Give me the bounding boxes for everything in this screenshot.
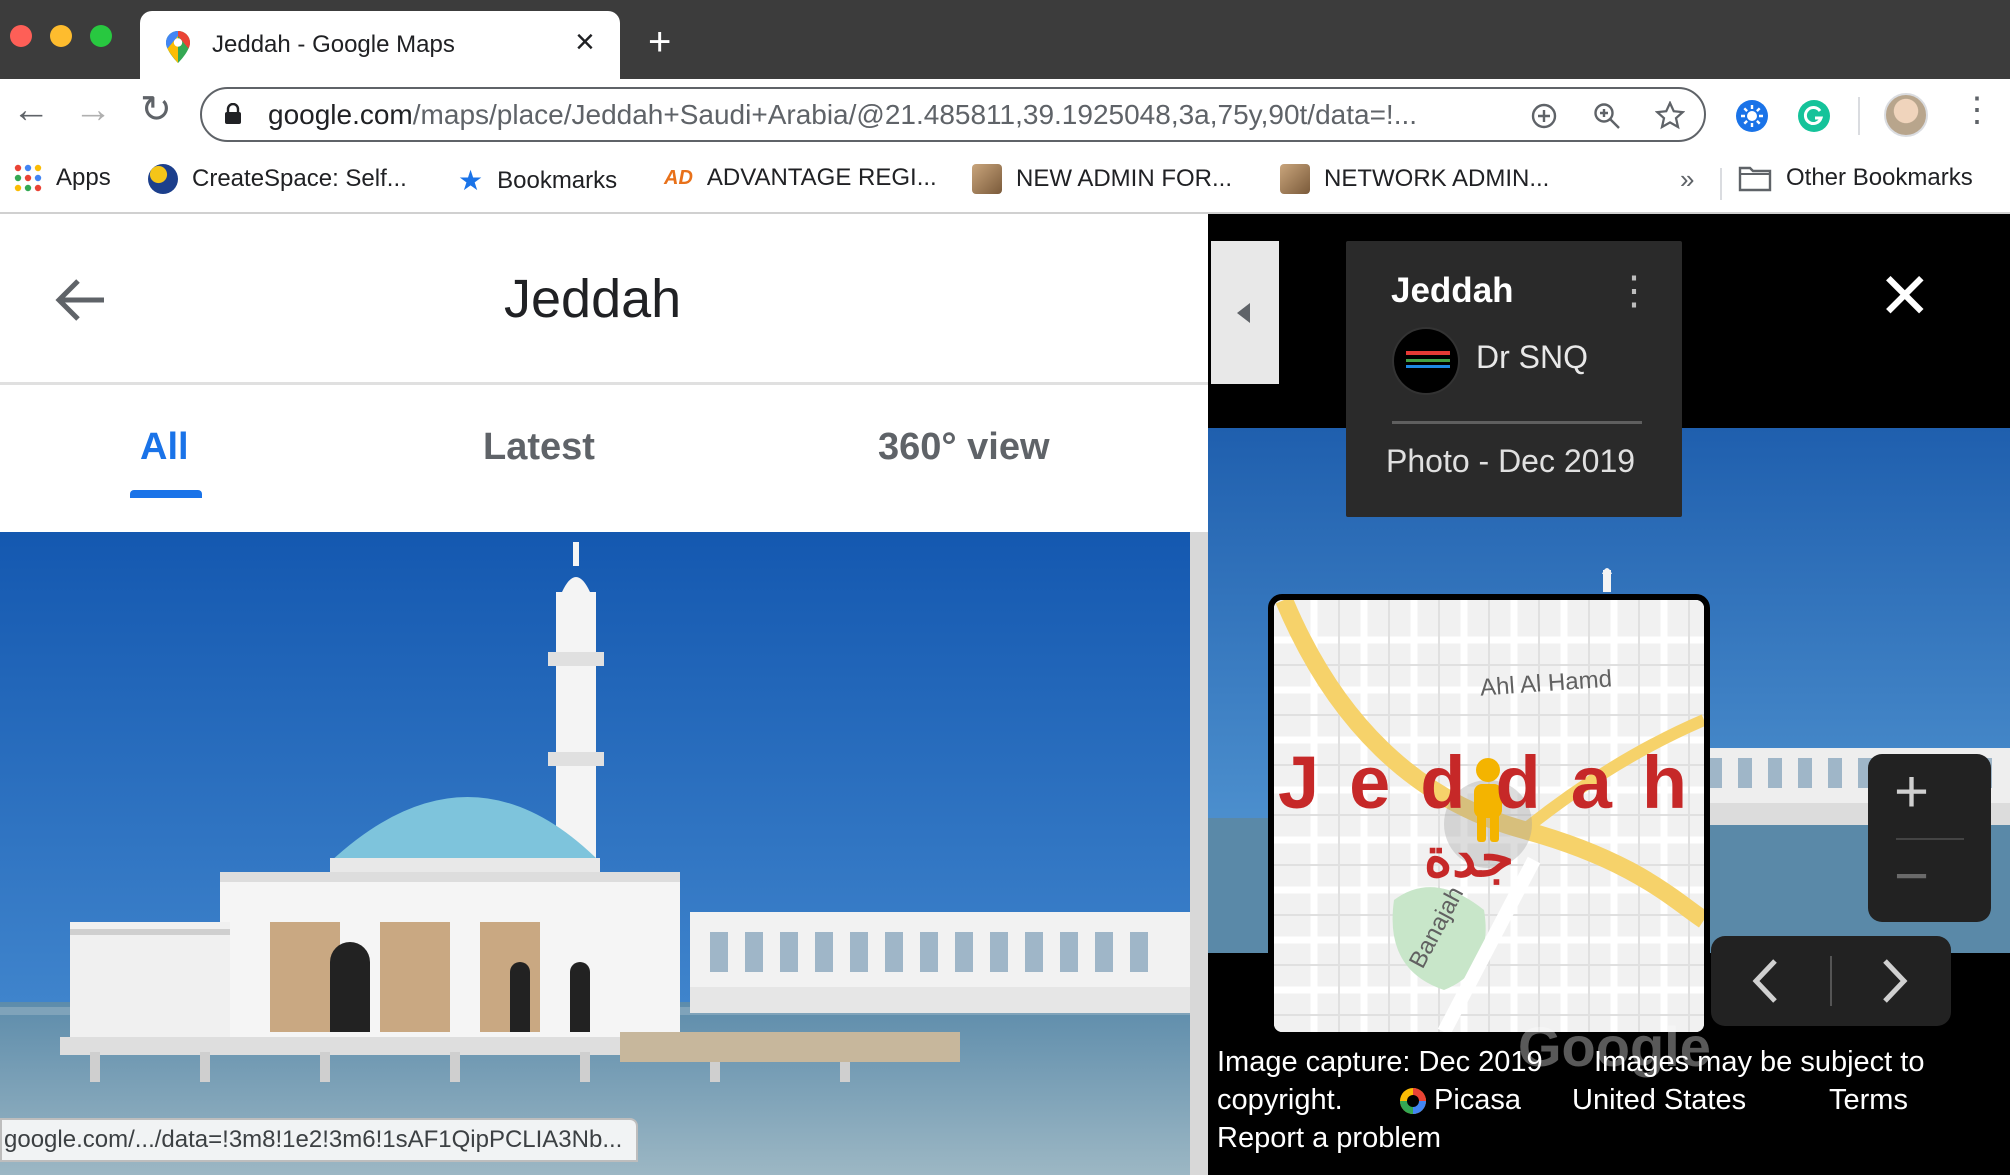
- bookmark-label: CreateSpace: Self...: [192, 165, 407, 192]
- address-bar[interactable]: google.com/maps/place/Jeddah+Saudi+Arabi…: [200, 87, 1706, 142]
- bookmark-new-admin[interactable]: NEW ADMIN FOR...: [972, 164, 1232, 194]
- bookmark-label: Other Bookmarks: [1786, 164, 1973, 191]
- bookmark-other-bookmarks[interactable]: Other Bookmarks: [1738, 164, 1973, 192]
- bookmarks-overflow-button[interactable]: »: [1680, 164, 1694, 195]
- profile-avatar[interactable]: [1884, 93, 1928, 137]
- lock-icon[interactable]: [224, 103, 242, 125]
- picasa-label: Picasa: [1434, 1084, 1522, 1116]
- bookmark-network-admin[interactable]: NETWORK ADMIN...: [1280, 164, 1549, 194]
- photo-viewer: Jeddah ⋮ Dr SNQ Photo - Dec 2019 ✕ Ahl A…: [1208, 214, 2010, 1175]
- maps-favicon-icon: [166, 31, 190, 63]
- author-name[interactable]: Dr SNQ: [1476, 339, 1588, 376]
- tab-360-view[interactable]: 360° view: [878, 426, 1050, 469]
- photo-tabs: All Latest 360° view: [0, 386, 1208, 498]
- grammarly-icon[interactable]: [1797, 99, 1831, 133]
- author-avatar[interactable]: [1392, 327, 1460, 395]
- back-arrow-icon[interactable]: [54, 278, 106, 322]
- place-photos-panel: Jeddah All Latest 360° view google.com/.…: [0, 214, 1208, 1175]
- reload-icon[interactable]: ↻: [140, 91, 172, 129]
- place-photo[interactable]: [0, 532, 1190, 1175]
- close-tab-icon[interactable]: ×: [575, 23, 595, 62]
- zoom-out-button[interactable]: −: [1894, 846, 1929, 906]
- minimize-window-icon[interactable]: [50, 25, 72, 47]
- bookmark-apps[interactable]: Apps: [14, 164, 111, 192]
- card-divider: [1392, 421, 1642, 424]
- browser-menu-icon[interactable]: ⋮: [1960, 93, 1994, 127]
- star-icon: ★: [458, 165, 484, 196]
- browser-tab[interactable]: Jeddah - Google Maps ×: [140, 11, 620, 79]
- zoom-magnifier-icon[interactable]: [1593, 102, 1621, 130]
- previous-photo-icon[interactable]: [1751, 958, 1779, 1004]
- forward-arrow-icon[interactable]: →: [74, 91, 112, 129]
- tab-latest[interactable]: Latest: [483, 426, 595, 469]
- apps-grid-icon: [14, 164, 42, 192]
- link-status-bar: google.com/.../data=!3m8!1e2!3m6!1sAF1Qi…: [0, 1118, 639, 1162]
- zoom-in-button[interactable]: +: [1894, 762, 1929, 822]
- bookmark-label: NEW ADMIN FOR...: [1016, 165, 1232, 192]
- back-arrow-icon[interactable]: ←: [12, 91, 50, 129]
- bookmark-label: NETWORK ADMIN...: [1324, 165, 1550, 192]
- advantage-favicon-icon: AD: [664, 166, 693, 189]
- admin-favicon-icon: [1280, 164, 1310, 194]
- bookmark-advantage[interactable]: AD ADVANTAGE REGI...: [664, 164, 937, 192]
- report-problem-link[interactable]: Report a problem: [1217, 1122, 1441, 1155]
- photo-scrollbar[interactable]: [1190, 532, 1208, 1175]
- caret-left-icon: [1237, 303, 1250, 323]
- collapse-panel-button[interactable]: [1211, 241, 1279, 384]
- map-label-city-arabic: جدة: [1424, 828, 1515, 888]
- picasa-logo-icon: [1400, 1087, 1426, 1114]
- more-options-icon[interactable]: ⋮: [1614, 271, 1654, 311]
- install-app-icon[interactable]: [1531, 103, 1557, 129]
- new-tab-icon[interactable]: +: [648, 22, 671, 62]
- bookmarks-divider: [1720, 168, 1722, 200]
- createspace-favicon-icon: [148, 164, 178, 194]
- zoom-divider: [1896, 838, 1964, 840]
- folder-icon: [1738, 166, 1772, 192]
- bookmark-folder-bookmarks[interactable]: ★ Bookmarks: [458, 164, 617, 197]
- photo-date: Photo - Dec 2019: [1386, 443, 1636, 479]
- terms-link[interactable]: Terms: [1829, 1084, 1908, 1117]
- tab-strip: Jeddah - Google Maps × +: [0, 0, 2010, 79]
- photo-navigation: [1711, 936, 1951, 1026]
- toolbar-divider: [1858, 97, 1860, 135]
- maximize-window-icon[interactable]: [90, 25, 112, 47]
- admin-favicon-icon: [972, 164, 1002, 194]
- close-viewer-icon[interactable]: ✕: [1878, 264, 1932, 328]
- rights-notice: Images may be subject to: [1594, 1046, 1925, 1078]
- panel-header: Jeddah: [0, 214, 1208, 385]
- bookmark-createspace[interactable]: CreateSpace: Self...: [148, 164, 407, 194]
- url-host: google.com: [268, 99, 413, 130]
- active-tab-indicator: [130, 490, 202, 498]
- next-photo-icon[interactable]: [1881, 958, 1909, 1004]
- photo-info-card: Jeddah ⋮ Dr SNQ Photo - Dec 2019: [1346, 241, 1682, 517]
- viewer-title: Jeddah: [1391, 271, 1514, 310]
- tab-all[interactable]: All: [140, 426, 189, 469]
- zoom-control: + −: [1868, 754, 1991, 922]
- bookmark-label: Apps: [56, 164, 111, 191]
- picasa-credit[interactable]: Picasa: [1398, 1084, 1521, 1117]
- bookmarks-bar: Apps CreateSpace: Self... ★ Bookmarks AD…: [0, 154, 2010, 214]
- bookmark-label: ADVANTAGE REGI...: [706, 164, 937, 191]
- tab-title: Jeddah - Google Maps: [212, 31, 455, 58]
- extension-sun-icon[interactable]: [1735, 99, 1769, 133]
- bookmark-star-icon[interactable]: [1655, 101, 1685, 130]
- copyright-text: copyright.: [1217, 1084, 1343, 1116]
- close-window-icon[interactable]: [10, 25, 32, 47]
- nav-divider: [1830, 956, 1832, 1006]
- bookmark-label: Bookmarks: [497, 166, 618, 194]
- place-title: Jeddah: [504, 269, 682, 329]
- country-label: United States: [1572, 1084, 1747, 1116]
- mosque-photo-image: [0, 532, 1190, 1175]
- mini-map[interactable]: Ahl Al Hamd Jeddah جدة Banajah: [1268, 594, 1710, 1038]
- browser-toolbar: ← → ↻ google.com/maps/place/Jeddah+Saudi…: [0, 79, 2010, 154]
- url-text[interactable]: google.com/maps/place/Jeddah+Saudi+Arabi…: [268, 99, 1468, 131]
- url-path: /maps/place/Jeddah+Saudi+Arabia/@21.4858…: [412, 99, 1418, 130]
- image-capture-date: Image capture: Dec 2019: [1217, 1046, 1543, 1078]
- map-label-city: Jeddah: [1278, 741, 1710, 824]
